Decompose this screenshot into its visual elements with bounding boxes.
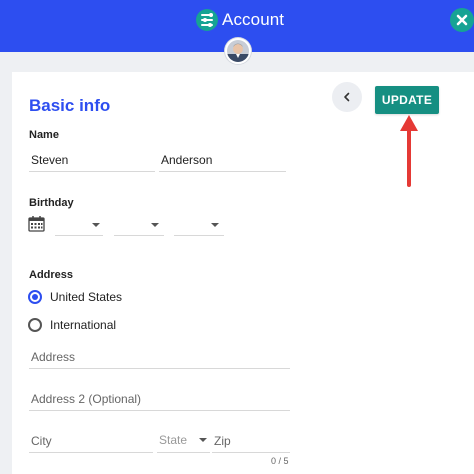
address-field[interactable]: Address bbox=[29, 349, 290, 369]
close-button[interactable] bbox=[450, 8, 474, 32]
name-label: Name bbox=[29, 129, 59, 141]
zip-char-counter: 0 / 5 bbox=[271, 456, 289, 466]
radio-international[interactable]: International bbox=[28, 318, 116, 332]
address2-field[interactable]: Address 2 (Optional) bbox=[29, 391, 290, 411]
last-name-field[interactable]: Anderson bbox=[159, 152, 286, 172]
radio-label: International bbox=[50, 318, 117, 332]
first-name-field[interactable]: Steven bbox=[29, 152, 155, 172]
sliders-icon bbox=[196, 9, 218, 31]
update-button[interactable]: UPDATE bbox=[375, 86, 439, 114]
chevron-down-icon bbox=[92, 223, 100, 227]
section-title: Basic info bbox=[29, 96, 111, 115]
page-title: Account bbox=[222, 10, 285, 29]
chevron-down-icon bbox=[199, 438, 207, 442]
back-button[interactable] bbox=[332, 82, 362, 112]
radio-button[interactable] bbox=[28, 318, 42, 332]
avatar[interactable] bbox=[225, 38, 251, 64]
chevron-left-icon bbox=[344, 92, 350, 102]
chevron-down-icon bbox=[151, 223, 159, 227]
chevron-down-icon bbox=[211, 223, 219, 227]
calendar-icon[interactable] bbox=[28, 215, 45, 232]
birthday-label: Birthday bbox=[29, 197, 74, 209]
avatar-image bbox=[227, 40, 249, 62]
city-field[interactable]: City bbox=[29, 433, 153, 453]
state-placeholder: State bbox=[159, 433, 188, 447]
zip-field[interactable]: Zip bbox=[212, 433, 290, 453]
header-title: Account bbox=[196, 8, 284, 32]
radio-button-selected[interactable] bbox=[28, 290, 42, 304]
radio-united-states[interactable]: United States bbox=[28, 290, 122, 304]
close-icon bbox=[456, 14, 468, 26]
radio-label: United States bbox=[50, 290, 123, 304]
annotation-arrow bbox=[400, 115, 418, 187]
address-label: Address bbox=[29, 269, 74, 281]
